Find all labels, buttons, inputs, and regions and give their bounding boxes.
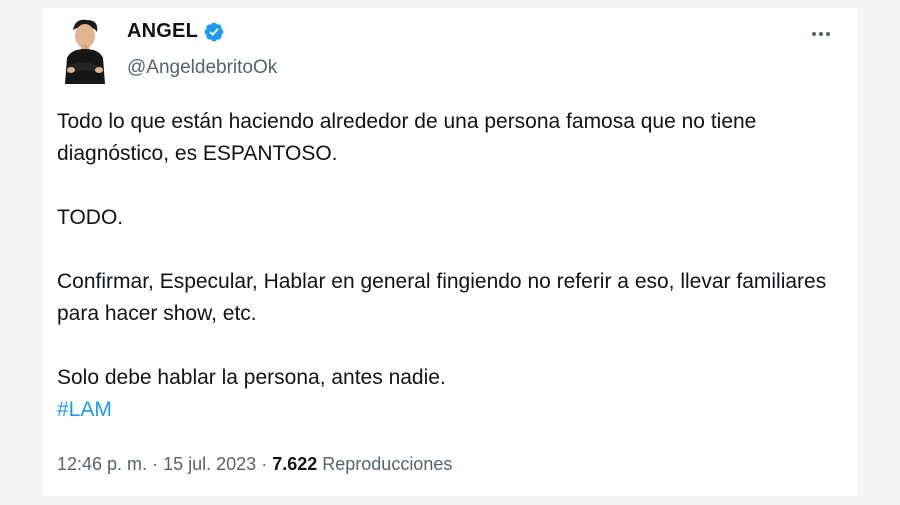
tweet-paragraph: Solo debe hablar la persona, antes nadie… (57, 366, 446, 389)
tweet-metadata: 12:46 p. m. · 15 jul. 2023 · 7.622 Repro… (57, 454, 452, 475)
tweet-date[interactable]: 15 jul. 2023 (163, 454, 256, 474)
views-count: 7.622 (272, 454, 318, 474)
separator: · (261, 454, 268, 474)
more-horizontal-icon (812, 32, 816, 36)
hashtag-link[interactable]: #LAM (57, 394, 847, 426)
separator: · (152, 454, 159, 474)
tweet-paragraph: Todo lo que están haciendo alrededor de … (57, 110, 757, 165)
tweet-text: Todo lo que están haciendo alrededor de … (57, 106, 847, 426)
tweet-card: ANGEL @AngeldebritoOk Todo lo que están … (43, 8, 857, 496)
avatar[interactable] (59, 18, 109, 84)
more-options-button[interactable] (805, 22, 837, 46)
display-name[interactable]: ANGEL (127, 20, 198, 43)
views-label: Reproducciones (322, 454, 453, 474)
author-handle[interactable]: @AngeldebritoOk (127, 57, 277, 79)
tweet-time[interactable]: 12:46 p. m. (57, 454, 147, 474)
verified-badge-icon (203, 21, 225, 43)
author-name-row[interactable]: ANGEL (127, 20, 225, 43)
tweet-paragraph: TODO. (57, 206, 124, 229)
tweet-paragraph: Confirmar, Especular, Hablar en general … (57, 270, 827, 325)
